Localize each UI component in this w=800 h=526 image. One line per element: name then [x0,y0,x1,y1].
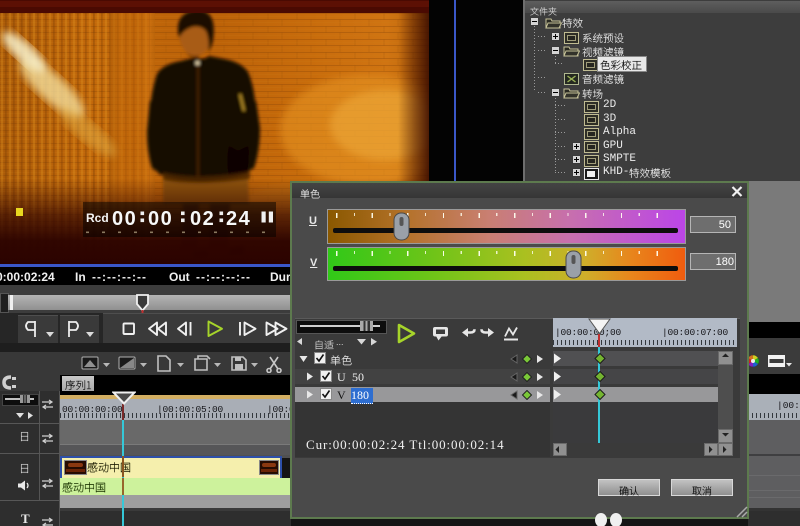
svg-text:24: 24 [226,208,251,230]
svg-text:Rcd: Rcd [86,211,109,225]
svg-text:00: 00 [112,208,137,230]
svg-text:02: 02 [190,208,215,230]
svg-text:00: 00 [148,208,173,230]
